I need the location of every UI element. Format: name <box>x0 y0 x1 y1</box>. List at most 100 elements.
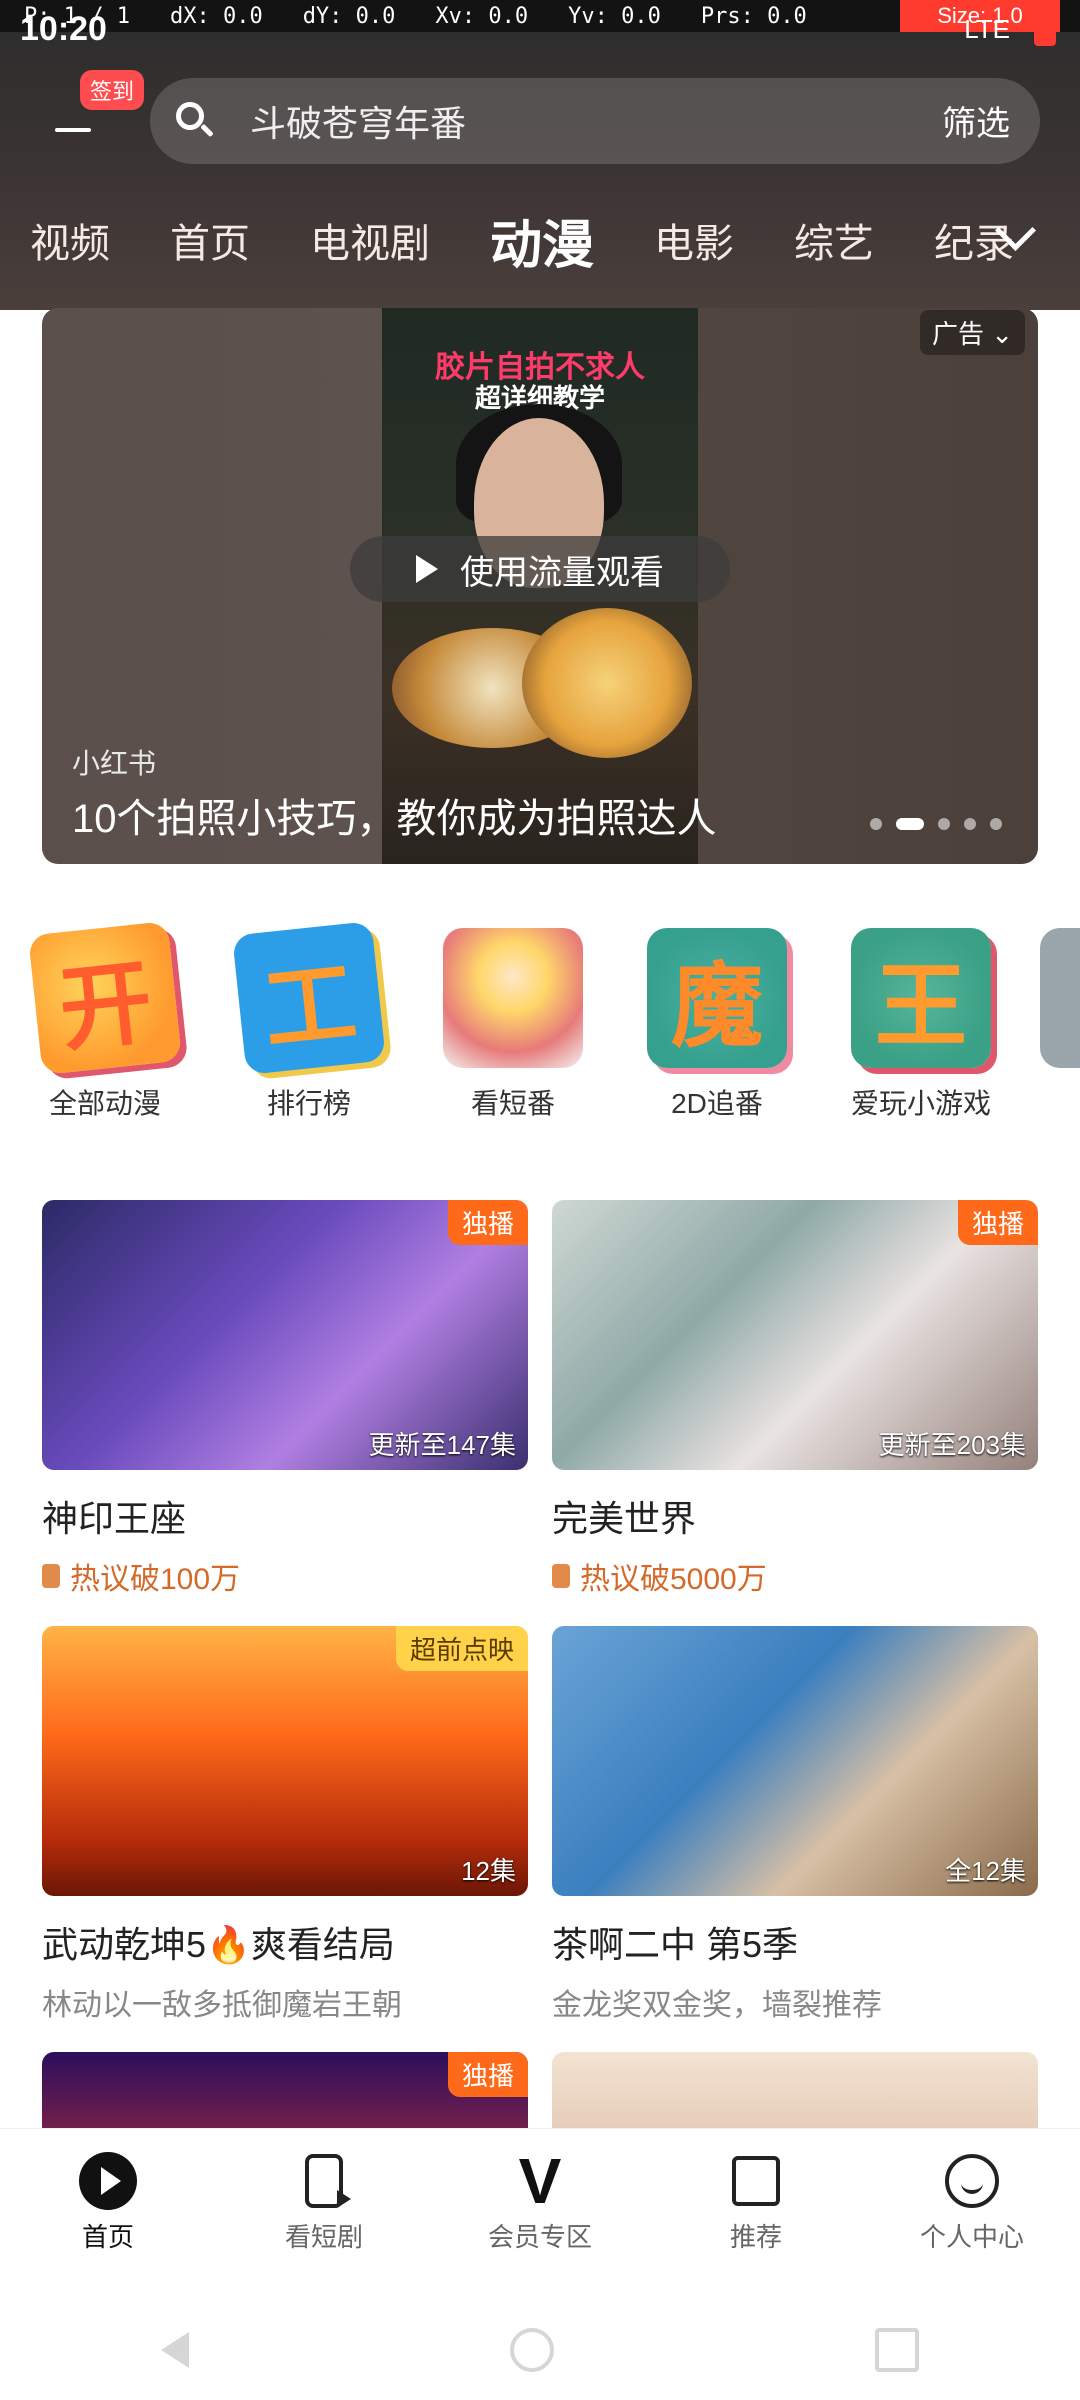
tab-video[interactable]: 视频 <box>0 211 140 269</box>
card-thumbnail: 独播 更新至203集 <box>552 1200 1038 1470</box>
vip-icon: V <box>518 2144 562 2217</box>
tab-home[interactable]: 首页 <box>140 211 280 269</box>
hot-icon <box>552 1564 570 1588</box>
pointer-xv: Xv: 0.0 <box>435 3 529 29</box>
episode-count: 更新至147集 <box>368 1430 516 1460</box>
character-icon <box>443 928 583 1068</box>
nav-recommend[interactable]: 推荐 <box>671 2151 841 2254</box>
filter-button[interactable]: 筛选 <box>942 96 1010 145</box>
tab-movie[interactable]: 电影 <box>624 211 764 269</box>
episode-count: 更新至203集 <box>878 1430 1026 1460</box>
anime-card[interactable]: 超前点映 12集 武动乾坤5🔥爽看结局 林动以一敌多抵御魔岩王朝 <box>42 1626 528 2024</box>
quick-entry-2d-follow[interactable]: 魔 2D追番 <box>642 918 792 1122</box>
back-icon[interactable] <box>160 2332 189 2368</box>
card-thumbnail: 独播 更新至147集 <box>42 1200 528 1470</box>
banner-title: 10个拍照小技巧，教你成为拍照达人 <box>72 797 717 841</box>
profile-icon <box>942 2151 1002 2211</box>
quick-entry-label: 看短番 <box>470 1088 555 1119</box>
pointer-yv: Yv: 0.0 <box>568 3 661 29</box>
pointer-dx: dX: 0.0 <box>169 3 263 29</box>
play-icon <box>416 555 438 583</box>
banner-pager <box>870 818 1002 830</box>
banner-source: 小红书 <box>72 748 157 779</box>
quick-entry-all-anime[interactable]: 开 全部动漫 <box>28 918 182 1122</box>
episode-count: 12集 <box>461 1856 516 1886</box>
card-thumbnail: 独播 <box>42 2052 528 2128</box>
bottom-navigation: 首页 看短剧 V 会员专区 推荐 个人中心 <box>0 2128 1080 2275</box>
card-thumbnail: 全12集 <box>552 1626 1038 1896</box>
more-entry-icon <box>1040 928 1080 1068</box>
quick-entry-label: 全部动漫 <box>48 1088 161 1119</box>
exclusive-tag: 独播 <box>957 1200 1038 1245</box>
card-subtitle: 金龙奖双金奖，墙裂推荐 <box>552 1989 882 2022</box>
card-subtitle: 热议破100万 <box>42 1554 528 1598</box>
nav-home[interactable]: 首页 <box>23 2151 193 2254</box>
card-title: 武动乾坤5🔥爽看结局 <box>42 1924 395 1965</box>
card-title: 神印王座 <box>42 1498 187 1539</box>
tab-variety[interactable]: 综艺 <box>764 211 904 269</box>
search-bar[interactable]: 斗破苍穹年番 <box>150 78 1040 164</box>
search-hint: 斗破苍穹年番 <box>250 103 467 144</box>
anime-card[interactable]: 独播 更新至147集 神印王座 热议破100万 <box>42 1200 528 1598</box>
episode-count: 全12集 <box>945 1856 1026 1886</box>
tab-tv[interactable]: 电视剧 <box>280 211 460 269</box>
nav-label: 推荐 <box>729 2221 782 2252</box>
recents-icon[interactable] <box>875 2328 920 2372</box>
exclusive-tag: 独播 <box>447 2052 528 2097</box>
ad-label: 广告 <box>932 319 985 349</box>
network-label: LTE <box>964 14 1010 44</box>
quick-entry-label: 排行榜 <box>266 1088 351 1119</box>
quick-entry-label: 2D追番 <box>671 1088 763 1119</box>
status-bar: P: 1 / 1 dX: 0.0 dY: 0.0 Xv: 0.0 Yv: 0.0… <box>0 0 1080 60</box>
pointer-prs: Prs: 0.0 <box>700 3 807 29</box>
short-drama-icon <box>294 2151 354 2211</box>
quick-entries: 开 全部动漫 工 排行榜 看短番 魔 2D追番 王 爱玩小游戏 <box>0 918 1080 1178</box>
kai-icon: 开 <box>28 921 182 1075</box>
anime-card[interactable]: 全12集 茶啊二中 第5季 金龙奖双金奖，墙裂推荐 <box>552 1626 1038 2024</box>
home-icon[interactable] <box>509 2328 554 2372</box>
anime-card[interactable]: 独播 <box>42 2052 528 2128</box>
quick-entry-mini-games[interactable]: 王 爱玩小游戏 <box>846 918 996 1122</box>
anime-card[interactable]: 独播 更新至203集 完美世界 热议破5000万 <box>552 1200 1038 1598</box>
preview-tag: 超前点映 <box>395 1626 528 1671</box>
play-with-data-button[interactable]: 使用流量观看 <box>350 536 730 602</box>
pointer-dy: dY: 0.0 <box>302 3 396 29</box>
wang-icon: 王 <box>851 928 991 1068</box>
quick-entry-short-anime[interactable]: 看短番 <box>438 918 588 1122</box>
hot-icon <box>42 1564 60 1588</box>
category-tabs: 视频 首页 电视剧 动漫 电影 综艺 纪录 <box>0 180 1080 300</box>
tab-anime[interactable]: 动漫 <box>460 203 624 278</box>
nav-label: 会员专区 <box>487 2221 592 2252</box>
quick-entry-label: 爱玩小游戏 <box>850 1088 991 1119</box>
chevron-down-icon <box>994 209 1036 251</box>
like-icon <box>726 2151 786 2211</box>
ad-tag[interactable]: 广告 ⌄ <box>920 310 1026 355</box>
card-title: 完美世界 <box>552 1498 697 1539</box>
checkin-badge[interactable]: 签到 <box>80 70 145 110</box>
exclusive-tag: 独播 <box>447 1200 528 1245</box>
quick-entry-rank[interactable]: 工 排行榜 <box>232 918 386 1122</box>
nav-label: 首页 <box>81 2221 134 2252</box>
nav-profile[interactable]: 个人中心 <box>887 2151 1057 2254</box>
menu-icon <box>55 128 91 132</box>
play-button-label: 使用流量观看 <box>460 553 664 592</box>
search-icon <box>170 96 220 146</box>
card-title: 茶啊二中 第5季 <box>552 1924 799 1965</box>
card-subtitle: 林动以一敌多抵御魔岩王朝 <box>42 1989 402 2022</box>
gong-icon: 工 <box>232 921 386 1075</box>
card-thumbnail <box>552 2052 1038 2128</box>
play-icon <box>78 2151 138 2211</box>
anime-card[interactable] <box>552 2052 1038 2128</box>
mo-icon: 魔 <box>647 928 787 1068</box>
quick-entry-more[interactable] <box>1040 918 1080 1068</box>
nav-label: 看短剧 <box>284 2221 363 2252</box>
card-subtitle: 热议破5000万 <box>552 1554 1038 1598</box>
card-thumbnail: 超前点映 12集 <box>42 1626 528 1896</box>
nav-short-drama[interactable]: 看短剧 <box>239 2151 409 2254</box>
status-time: 10:20 <box>20 10 107 48</box>
tabs-expand-button[interactable] <box>980 200 1050 270</box>
nav-vip[interactable]: V 会员专区 <box>455 2144 625 2254</box>
system-navigation <box>0 2300 1080 2400</box>
nav-label: 个人中心 <box>919 2221 1024 2252</box>
battery-icon <box>1034 12 1056 46</box>
